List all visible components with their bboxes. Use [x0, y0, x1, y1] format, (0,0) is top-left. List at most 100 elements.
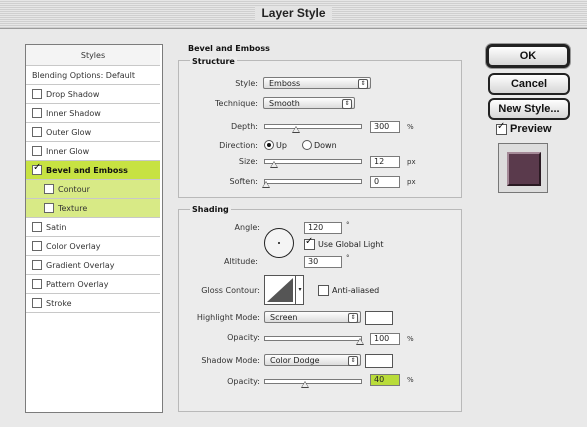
highlight-opacity-unit: %	[407, 335, 414, 343]
style-item-gradient-overlay[interactable]: Gradient Overlay	[26, 256, 160, 275]
style-item-label: Color Overlay	[46, 241, 101, 251]
ok-button[interactable]: OK	[486, 44, 570, 68]
stroke-checkbox[interactable]	[32, 298, 42, 308]
size-slider[interactable]	[264, 159, 362, 164]
shadow-mode-value: Color Dodge	[270, 356, 320, 365]
pattern-overlay-checkbox[interactable]	[32, 279, 42, 289]
style-item-label: Pattern Overlay	[46, 279, 109, 289]
contour-linear-icon	[267, 278, 293, 302]
depth-unit: %	[407, 123, 414, 131]
anti-aliased-checkbox[interactable]	[318, 285, 329, 296]
preview-thumbnail	[498, 143, 548, 193]
style-item-bevel-and-emboss[interactable]: Bevel and Emboss	[26, 161, 160, 180]
highlight-mode-label: Highlight Mode:	[196, 313, 260, 322]
size-slider-knob[interactable]	[270, 161, 278, 168]
depth-slider-knob[interactable]	[292, 126, 300, 133]
style-item-label: Inner Shadow	[46, 108, 101, 118]
shadow-mode-label: Shadow Mode:	[201, 356, 260, 365]
soften-unit: px	[407, 178, 416, 186]
gloss-contour-picker[interactable]: ▾	[264, 275, 304, 305]
style-item-texture[interactable]: Texture	[26, 199, 160, 218]
soften-field[interactable]: 0	[370, 176, 400, 188]
altitude-unit: °	[346, 254, 350, 262]
contour-checkbox[interactable]	[44, 184, 54, 194]
direction-down-radio[interactable]	[302, 140, 312, 150]
depth-label: Depth:	[230, 122, 258, 131]
styles-list: Styles Blending Options: Default Drop Sh…	[25, 44, 163, 413]
shadow-opacity-field[interactable]: 40	[370, 374, 400, 386]
angle-label: Angle:	[234, 223, 260, 232]
drop-shadow-checkbox[interactable]	[32, 89, 42, 99]
texture-checkbox[interactable]	[44, 203, 54, 213]
gradient-overlay-checkbox[interactable]	[32, 260, 42, 270]
style-item-contour[interactable]: Contour	[26, 180, 160, 199]
use-global-light-label: Use Global Light	[318, 240, 384, 249]
style-item-outer-glow[interactable]: Outer Glow	[26, 123, 160, 142]
shadow-mode-select[interactable]: Color Dodge ⇕	[264, 354, 361, 366]
highlight-color-swatch[interactable]	[365, 311, 393, 325]
gloss-contour-arrow-icon[interactable]: ▾	[295, 276, 304, 304]
cancel-button[interactable]: Cancel	[488, 73, 570, 95]
style-item-label: Contour	[58, 184, 90, 194]
new-style-button[interactable]: New Style...	[488, 98, 570, 120]
technique-label: Technique:	[215, 99, 258, 108]
highlight-opacity-knob[interactable]	[356, 338, 364, 345]
style-item-inner-glow[interactable]: Inner Glow	[26, 142, 160, 161]
highlight-opacity-field[interactable]: 100	[370, 333, 400, 345]
inner-shadow-checkbox[interactable]	[32, 108, 42, 118]
style-item-label: Stroke	[46, 298, 72, 308]
bevel-and-emboss-checkbox[interactable]	[32, 162, 42, 175]
gloss-contour-label: Gloss Contour:	[201, 286, 260, 295]
direction-down-label: Down	[314, 141, 337, 150]
satin-checkbox[interactable]	[32, 222, 42, 232]
style-item-label: Bevel and Emboss	[46, 165, 128, 175]
altitude-field[interactable]: 30	[304, 256, 342, 268]
style-label: Style:	[235, 79, 258, 88]
size-label: Size:	[238, 157, 258, 166]
title-bar[interactable]: Layer Style	[0, 0, 587, 29]
style-select[interactable]: Emboss ⇕	[263, 77, 371, 89]
select-arrow-icon: ⇕	[348, 356, 358, 366]
shadow-opacity-unit: %	[407, 376, 414, 384]
depth-slider[interactable]	[264, 124, 362, 129]
style-item-satin[interactable]: Satin	[26, 218, 160, 237]
style-item-stroke[interactable]: Stroke	[26, 294, 160, 313]
window-title: Layer Style	[255, 6, 332, 20]
highlight-mode-select[interactable]: Screen ⇕	[264, 311, 361, 323]
style-item-color-overlay[interactable]: Color Overlay	[26, 237, 160, 256]
styles-header[interactable]: Styles	[26, 45, 160, 66]
soften-slider[interactable]	[264, 179, 362, 184]
style-item-label: Inner Glow	[46, 146, 90, 156]
angle-field[interactable]: 120	[304, 222, 342, 234]
style-item-drop-shadow[interactable]: Drop Shadow	[26, 85, 160, 104]
highlight-opacity-slider[interactable]	[264, 336, 362, 341]
preview-checkbox[interactable]	[496, 121, 507, 135]
depth-field[interactable]: 300	[370, 121, 400, 133]
direction-up-radio[interactable]	[264, 140, 274, 150]
altitude-label: Altitude:	[224, 257, 258, 266]
size-field[interactable]: 12	[370, 156, 400, 168]
color-overlay-checkbox[interactable]	[32, 241, 42, 251]
shadow-color-swatch[interactable]	[365, 354, 393, 368]
style-item-label: Drop Shadow	[46, 89, 100, 99]
styles-header-label: Styles	[80, 50, 106, 60]
angle-dial[interactable]	[264, 228, 294, 258]
style-item-label: Outer Glow	[46, 127, 92, 137]
style-item-blending-options[interactable]: Blending Options: Default	[26, 66, 160, 85]
outer-glow-checkbox[interactable]	[32, 127, 42, 137]
soften-slider-knob[interactable]	[262, 181, 270, 188]
use-global-light-checkbox[interactable]	[304, 236, 315, 250]
shadow-opacity-knob[interactable]	[301, 381, 309, 388]
technique-select[interactable]: Smooth ⇕	[263, 97, 355, 109]
shading-title: Shading	[190, 205, 231, 214]
select-arrow-icon: ⇕	[348, 313, 358, 323]
style-item-pattern-overlay[interactable]: Pattern Overlay	[26, 275, 160, 294]
anti-aliased-label: Anti-aliased	[332, 286, 380, 295]
inner-glow-checkbox[interactable]	[32, 146, 42, 156]
highlight-opacity-label: Opacity:	[227, 333, 260, 342]
direction-label: Direction:	[219, 141, 258, 150]
structure-title: Structure	[190, 57, 237, 66]
shadow-opacity-slider[interactable]	[264, 379, 362, 384]
direction-up-label: Up	[276, 141, 287, 150]
style-item-inner-shadow[interactable]: Inner Shadow	[26, 104, 160, 123]
